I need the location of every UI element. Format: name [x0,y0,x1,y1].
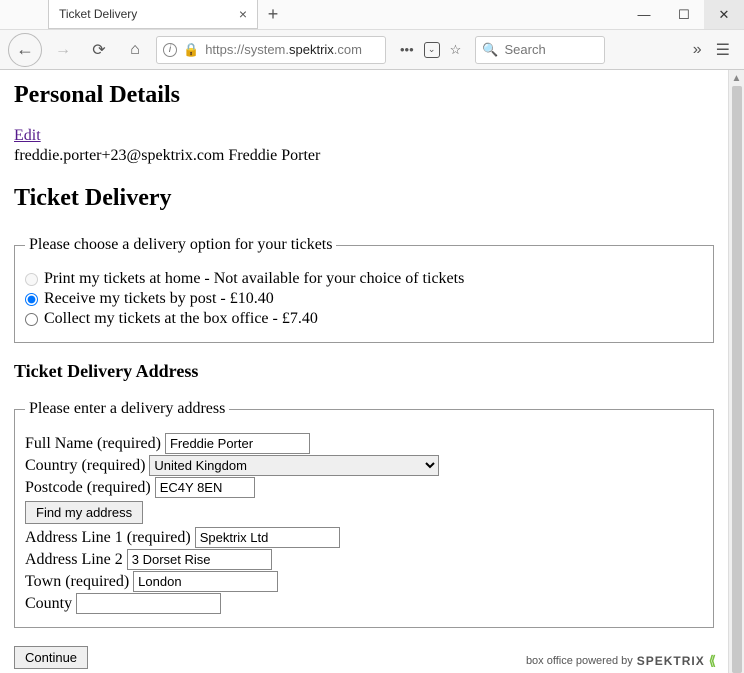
postcode-input[interactable] [155,477,255,498]
town-input[interactable] [133,571,278,592]
url-text: https://system.spektrix.com [205,42,379,57]
scroll-thumb[interactable] [732,86,742,673]
user-summary: freddie.porter+23@spektrix.com Freddie P… [14,147,714,165]
radio-collect[interactable] [25,313,38,326]
browser-titlebar: Ticket Delivery × + — ☐ ✕ [0,0,744,30]
home-button[interactable]: ⌂ [120,35,150,65]
tab-title: Ticket Delivery [59,7,239,21]
radio-post[interactable] [25,293,38,306]
brand-chevron-icon: ⟪ [709,653,714,669]
overflow-icon[interactable]: » [693,41,702,59]
bookmark-star-icon[interactable]: ☆ [450,42,462,58]
back-button[interactable]: ← [8,33,42,67]
delivery-address-heading: Ticket Delivery Address [14,361,714,382]
footer-branding: box office powered by SPEKTRIX ⟪ [526,653,714,669]
close-window-button[interactable]: ✕ [704,0,744,29]
browser-tab[interactable]: Ticket Delivery × [48,0,258,29]
delivery-options-legend: Please choose a delivery option for your… [25,236,336,254]
ticket-delivery-heading: Ticket Delivery [14,185,714,212]
personal-details-heading: Personal Details [14,82,714,109]
fullname-label: Full Name (required) [25,435,161,453]
vertical-scrollbar[interactable]: ▲ [728,70,744,673]
addr2-input[interactable] [127,549,272,570]
close-tab-icon[interactable]: × [239,6,247,22]
addr1-input[interactable] [195,527,340,548]
new-tab-button[interactable]: + [258,0,288,29]
radio-post-label[interactable]: Receive my tickets by post - £10.40 [44,290,274,308]
radio-print [25,273,38,286]
radio-print-row: Print my tickets at home - Not available… [25,270,703,288]
lock-icon: 🔒 [183,42,199,58]
page-content: Personal Details Edit freddie.porter+23@… [0,70,728,673]
radio-print-label: Print my tickets at home - Not available… [44,270,464,288]
radio-post-row[interactable]: Receive my tickets by post - £10.40 [25,290,703,308]
url-action-icons: ••• ⌄ ☆ [392,42,469,58]
site-info-icon[interactable]: i [163,43,177,57]
fullname-input[interactable] [165,433,310,454]
maximize-button[interactable]: ☐ [664,0,704,29]
search-input[interactable] [503,41,599,58]
more-actions-icon[interactable]: ••• [400,42,414,57]
address-fieldset: Please enter a delivery address Full Nam… [14,400,714,628]
continue-button[interactable]: Continue [14,646,88,669]
town-label: Town (required) [25,573,129,591]
delivery-options-fieldset: Please choose a delivery option for your… [14,236,714,343]
scroll-up-arrow[interactable]: ▲ [732,70,742,86]
minimize-button[interactable]: — [624,0,664,29]
radio-collect-label[interactable]: Collect my tickets at the box office - £… [44,310,318,328]
reload-button[interactable]: ⟳ [84,35,114,65]
find-address-button[interactable]: Find my address [25,501,143,524]
page-viewport: Personal Details Edit freddie.porter+23@… [0,70,744,673]
window-controls: — ☐ ✕ [624,0,744,29]
addr2-label: Address Line 2 [25,551,123,569]
address-legend: Please enter a delivery address [25,400,229,418]
forward-button[interactable]: → [48,35,78,65]
addr1-label: Address Line 1 (required) [25,529,191,547]
search-icon: 🔍 [482,42,498,58]
county-label: County [25,595,72,613]
county-input[interactable] [76,593,221,614]
address-bar[interactable]: i 🔒 https://system.spektrix.com [156,36,386,64]
menu-icon[interactable]: ☰ [716,40,730,60]
postcode-label: Postcode (required) [25,479,151,497]
edit-link[interactable]: Edit [14,127,41,144]
browser-toolbar: ← → ⟳ ⌂ i 🔒 https://system.spektrix.com … [0,30,744,70]
search-bar[interactable]: 🔍 [475,36,605,64]
radio-collect-row[interactable]: Collect my tickets at the box office - £… [25,310,703,328]
country-label: Country (required) [25,457,145,475]
pocket-icon[interactable]: ⌄ [424,42,440,58]
country-select[interactable]: United Kingdom [149,455,439,476]
